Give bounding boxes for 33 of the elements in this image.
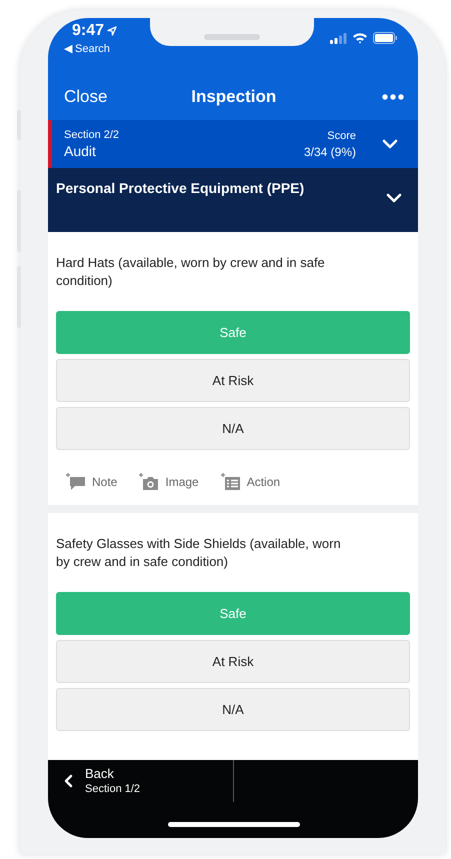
signal-icon [330,32,347,44]
more-icon[interactable] [382,94,404,100]
back-to-search-link[interactable]: ◀ Search [64,42,118,55]
chevron-down-icon[interactable] [386,193,402,203]
score-value: 3/34 (9%) [304,144,356,158]
answer-option[interactable]: N/A [56,688,410,731]
close-button[interactable]: Close [64,87,108,107]
chevron-left-icon [64,774,73,788]
answer-option[interactable]: At Risk [56,359,410,402]
section-name: Audit [64,143,97,159]
add-note-icon [66,473,86,491]
section-bar[interactable]: Section 2/2 Audit Score 3/34 (9%) [48,120,418,168]
section-label: Section 2/2 [64,129,120,141]
chevron-down-icon[interactable] [382,139,398,149]
speaker [204,34,260,40]
answer-option[interactable]: N/A [56,407,410,450]
score-label: Score [327,130,356,142]
battery-icon [373,32,398,44]
add-camera-icon [139,473,160,491]
category-header[interactable]: Personal Protective Equipment (PPE) [48,168,418,232]
add-image-button[interactable]: Image [139,473,199,491]
screen-title: Inspection [191,87,276,107]
clock-time: 9:47 [72,22,104,40]
category-title: Personal Protective Equipment (PPE) [56,180,306,196]
answer-option[interactable]: At Risk [56,640,410,683]
wifi-icon [352,32,368,44]
add-note-button[interactable]: Note [66,473,118,491]
add-action-button[interactable]: Action [220,473,280,491]
add-list-icon [220,473,241,491]
question-text: Safety Glasses with Side Shields (available, worn by crew and in safe condition) [56,535,342,571]
back-button[interactable]: Back Section 1/2 [64,766,140,795]
question-text: Hard Hats (available, worn by crew and in safe condition) [56,254,326,290]
location-arrow-icon [107,26,118,36]
